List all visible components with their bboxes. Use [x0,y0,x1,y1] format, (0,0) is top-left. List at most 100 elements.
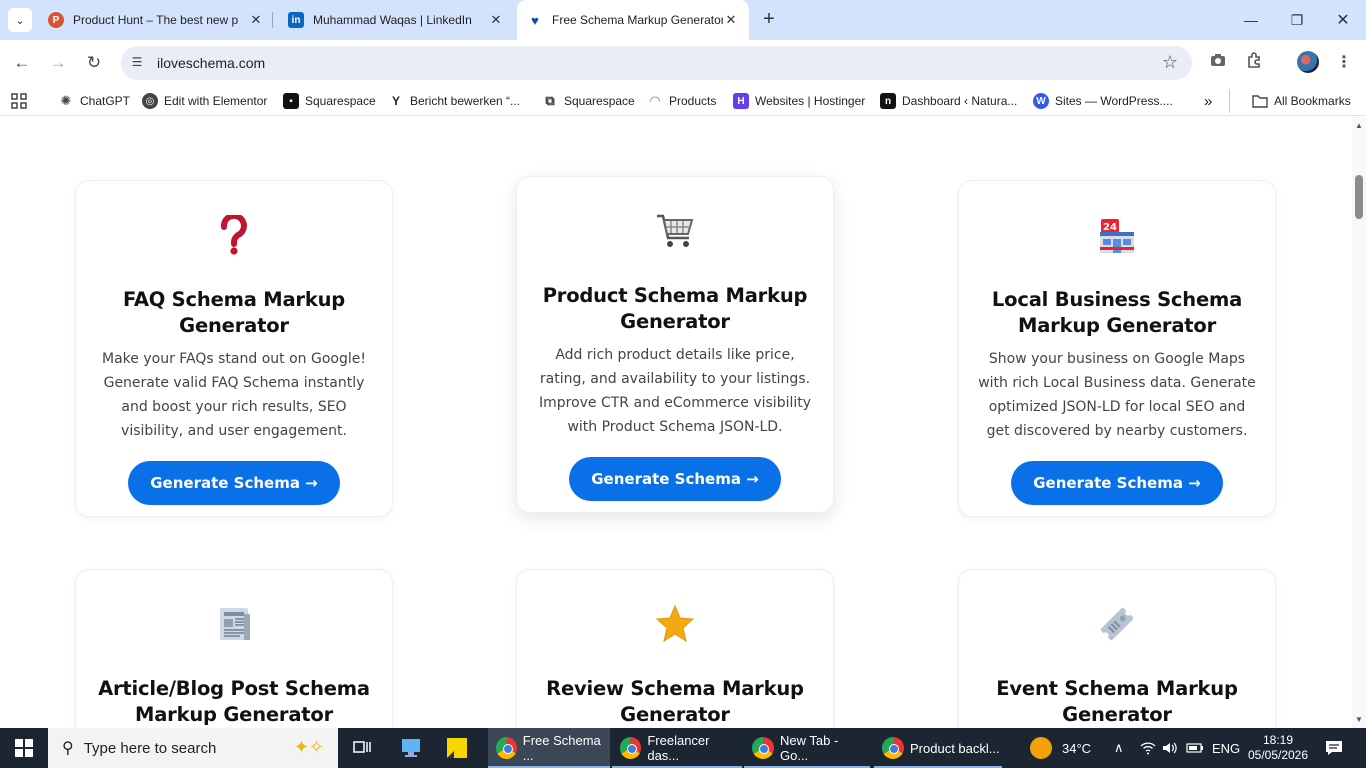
star-icon [517,604,833,644]
bookmark-item[interactable]: ⧉ Squarespace [542,91,634,111]
bookmark-label: ChatGPT [80,94,131,108]
battery-icon[interactable] [1186,728,1204,768]
bookmark-item[interactable]: ✺ ChatGPT [58,91,130,111]
bookmark-label: Sites — WordPress.... [1055,94,1173,108]
new-tab-button[interactable]: + [758,9,780,31]
scrollbar-thumb[interactable] [1355,175,1363,219]
generate-schema-button[interactable]: Generate Schema → [128,461,340,505]
generate-schema-button[interactable]: Generate Schema → [569,457,781,501]
apps-icon[interactable] [11,91,27,111]
yoast-icon: Y [391,94,400,108]
tab-linkedin[interactable]: in Muhammad Waqas | LinkedIn ✕ [280,0,512,40]
tab-product-hunt[interactable]: P Product Hunt – The best new p ✕ [40,0,273,40]
card-description: Add rich product details like price, rat… [538,347,812,435]
extensions-icon[interactable] [1244,52,1266,74]
tab-title: Product Hunt – The best new p [73,13,239,27]
chevron-down-icon: ⌄ [15,14,25,27]
all-bookmarks-label: All Bookmarks [1274,94,1351,108]
squarespace-icon: ▪ [283,93,299,109]
svg-text:24: 24 [1103,222,1117,233]
window-close-button[interactable]: ✕ [1320,0,1366,40]
windows-icon [15,739,33,757]
task-view-icon [353,741,371,753]
taskbar-app[interactable]: Free Schema ... [488,728,610,768]
camera-icon[interactable] [1207,52,1229,74]
chrome-icon [496,737,517,759]
forward-button[interactable]: → [47,52,69,74]
task-view-button[interactable] [350,728,374,768]
globe-icon: ◎ [142,93,158,109]
restore-button[interactable]: ❐ [1274,0,1320,40]
convenience-store-icon: 24 [959,215,1275,255]
newspaper-icon [76,604,392,644]
taskbar-app-label: Product backl... [910,740,1000,756]
browser-tab-strip: ⌄ P Product Hunt – The best new p ✕ in M… [0,0,1366,40]
review-schema-card: Review Schema Markup Generator [516,569,834,728]
reload-button[interactable]: ↻ [83,52,105,74]
divider [1229,89,1230,113]
all-bookmarks-button[interactable]: All Bookmarks [1252,91,1351,111]
wifi-icon[interactable] [1140,728,1156,768]
chevron-double-right-icon: » [1204,92,1213,110]
card-title: Article/Blog Post Schema Markup Generato… [98,677,370,726]
bookmark-label: Dashboard ‹ Natura... [902,94,1018,108]
weather-widget[interactable]: 34°C [1030,728,1091,768]
bookmark-label: Products [669,94,717,108]
sticky-notes-button[interactable] [445,728,469,768]
bookmark-item[interactable]: ◠ Products [647,91,716,111]
notifications-button[interactable] [1325,728,1343,768]
taskbar-app[interactable]: New Tab - Go... [744,728,870,768]
site-settings-icon[interactable]: ☰ [129,55,145,71]
tab-title: Free Schema Markup Generator [552,13,723,27]
clock-date: 05/05/2026 [1247,748,1309,762]
taskbar-app-label: Free Schema ... [522,733,601,763]
close-icon[interactable]: ✕ [248,12,264,28]
bookmark-item[interactable]: n Dashboard ‹ Natura... [880,91,1017,111]
language-indicator[interactable]: ENG [1212,728,1240,768]
bookmark-item[interactable]: W Sites — WordPress.... [1033,91,1173,111]
clock[interactable]: 18:19 05/05/2026 [1248,728,1308,768]
card-description: Make your FAQs stand out on Google! Gene… [102,351,366,439]
back-button[interactable]: ← [11,52,33,74]
wordpress-icon: W [1033,93,1049,109]
more-menu-icon[interactable]: ⋮ [1333,52,1355,74]
address-bar[interactable]: ☰ iloveschema.com ☆ [121,46,1192,80]
bookmark-star-icon[interactable]: ☆ [1162,52,1178,73]
scroll-up-arrow[interactable]: ▲ [1355,121,1363,130]
generate-schema-button[interactable]: Generate Schema → [1011,461,1223,505]
bookmark-item[interactable]: Y Bericht bewerken “... [388,91,520,111]
bookmarks-overflow-button[interactable]: » [1204,91,1212,111]
tab-search-button[interactable]: ⌄ [8,8,32,32]
volume-icon[interactable] [1162,728,1178,768]
heart-icon: ♥ [531,12,539,28]
weather-temp: 34°C [1062,740,1092,756]
start-button[interactable] [0,728,48,768]
minimize-button[interactable]: — [1228,0,1274,40]
bookmark-label: Bericht bewerken “... [410,94,521,108]
event-schema-card: Event Schema Markup Generator [958,569,1276,728]
taskbar-search[interactable]: ⚲ Type here to search ✦✧ [48,728,338,768]
windows-taskbar: ⚲ Type here to search ✦✧ Free Schema ...… [0,728,1366,768]
scroll-down-arrow[interactable]: ▼ [1355,715,1363,724]
notion-icon: n [880,93,896,109]
page-scrollbar[interactable]: ▲ ▼ [1352,117,1366,728]
notification-icon [1326,741,1342,755]
shopping-cart-icon [517,211,833,251]
show-hidden-icons-button[interactable]: ∧ [1114,728,1124,768]
close-icon[interactable]: ✕ [723,12,739,28]
search-icon: ⚲ [62,740,74,757]
profile-avatar[interactable] [1297,51,1319,73]
tab-schema-generator[interactable]: ♥ Free Schema Markup Generator ✕ [517,0,749,40]
taskbar-app[interactable]: Product backl... [874,728,1002,768]
url-text: iloveschema.com [157,55,266,71]
taskbar-app[interactable]: Freelancer das... [612,728,742,768]
close-icon[interactable]: ✕ [488,12,504,28]
clock-time: 18:19 [1262,733,1294,747]
bookmark-item[interactable]: H Websites | Hostinger [733,91,865,111]
question-mark-icon [76,212,392,255]
chrome-icon [882,737,904,759]
bookmark-item[interactable]: ◎ Edit with Elementor [142,91,267,111]
computer-icon [402,739,420,757]
bookmark-item[interactable]: ▪ Squarespace [283,91,376,111]
file-explorer-button[interactable] [398,728,424,768]
